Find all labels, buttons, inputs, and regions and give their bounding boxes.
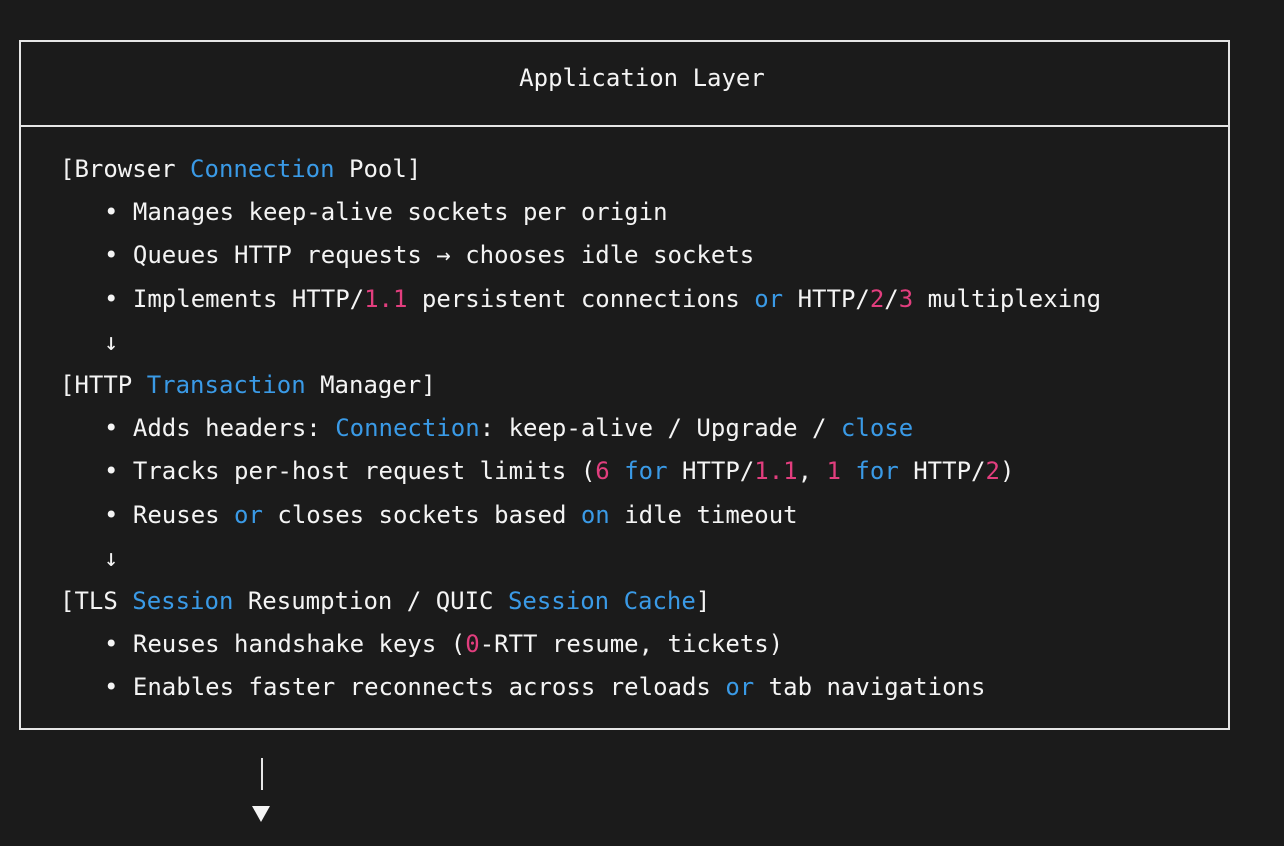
plain-text: • Queues HTTP requests → chooses idle so… — [104, 241, 755, 270]
plain-text: [HTTP — [60, 371, 147, 399]
keyword-text: Connection — [190, 155, 335, 183]
plain-text: Manager] — [305, 371, 436, 399]
plain-text: -RTT resume, tickets) — [479, 630, 784, 659]
bullet-item: • Reuses handshake keys (0-RTT resume, t… — [104, 629, 783, 659]
bullet-item: • Reuses or closes sockets based on idle… — [104, 500, 798, 530]
number-text: 3 — [898, 284, 914, 313]
plain-text: • Adds headers: — [104, 414, 336, 443]
keyword-text: close — [840, 414, 914, 443]
number-text: 0 — [465, 630, 480, 659]
section-header: [TLS Session Resumption / QUIC Session C… — [60, 586, 710, 616]
down-arrow-icon — [252, 806, 270, 822]
bullet-item: • Implements HTTP/1.1 persistent connect… — [104, 284, 1101, 314]
plain-text: closes sockets based — [262, 500, 581, 529]
keyword-text: or — [754, 284, 784, 313]
plain-text: • Tracks per-host request limits ( — [104, 457, 596, 486]
plain-text: tab navigations — [754, 673, 986, 702]
plain-text — [610, 457, 624, 485]
keyword-text: or — [725, 673, 755, 702]
plain-text: idle timeout — [609, 500, 798, 529]
plain-text — [841, 457, 855, 485]
number-text: 2 — [869, 284, 885, 313]
plain-text: • Manages keep-alive sockets per origin — [104, 198, 668, 227]
plain-text: • Reuses — [104, 500, 235, 529]
keyword-text: Connection — [335, 414, 480, 443]
plain-text — [609, 587, 623, 615]
plain-text: Pool] — [334, 155, 422, 183]
bullet-item: • Adds headers: Connection: keep-alive /… — [104, 413, 913, 443]
plain-text: ) — [999, 457, 1015, 486]
box-title: Application Layer — [519, 64, 765, 92]
number-text: 6 — [595, 457, 610, 486]
plain-text: HTTP/ — [783, 284, 870, 313]
plain-text: Resumption / QUIC — [233, 587, 508, 615]
section-header: [Browser Connection Pool] — [60, 154, 421, 184]
plain-text: / — [884, 284, 899, 313]
number-text: 1.1 — [364, 284, 408, 313]
keyword-text: Cache — [623, 587, 696, 615]
keyword-text: for — [855, 457, 899, 486]
number-text: 1 — [826, 457, 841, 486]
number-text: 2 — [985, 457, 1000, 486]
plain-text: • Reuses handshake keys ( — [104, 630, 466, 659]
keyword-text: Transaction — [146, 371, 306, 399]
keyword-text: or — [234, 500, 263, 529]
plain-text: • Enables faster reconnects across reloa… — [104, 673, 726, 702]
title-divider — [19, 125, 1230, 127]
plain-text: persistent connections — [407, 284, 755, 313]
flow-down-arrow-icon: ↓ — [104, 543, 119, 572]
plain-text: , — [797, 457, 827, 486]
plain-text: ] — [695, 587, 711, 615]
flow-down-arrow-icon: ↓ — [104, 327, 119, 356]
plain-text: [Browser — [60, 155, 191, 183]
section-header: [HTTP Transaction Manager] — [60, 370, 436, 400]
connector-line — [261, 758, 263, 790]
plain-text: HTTP/ — [667, 457, 755, 486]
plain-text: HTTP/ — [898, 457, 986, 486]
number-text: 1.1 — [754, 457, 798, 486]
plain-text: [TLS — [60, 587, 133, 615]
bullet-item: • Enables faster reconnects across reloa… — [104, 672, 985, 702]
plain-text: : keep-alive / Upgrade / — [479, 414, 841, 443]
keyword-text: Session — [132, 587, 234, 615]
plain-text: multiplexing — [913, 284, 1102, 313]
bullet-item: • Tracks per-host request limits (6 for … — [104, 456, 1014, 486]
keyword-text: on — [580, 500, 610, 529]
bullet-item: • Manages keep-alive sockets per origin — [104, 197, 668, 227]
keyword-text: Session — [507, 587, 610, 615]
bullet-item: • Queues HTTP requests → chooses idle so… — [104, 240, 754, 270]
keyword-text: for — [624, 457, 668, 486]
plain-text: • Implements HTTP/ — [104, 284, 365, 313]
